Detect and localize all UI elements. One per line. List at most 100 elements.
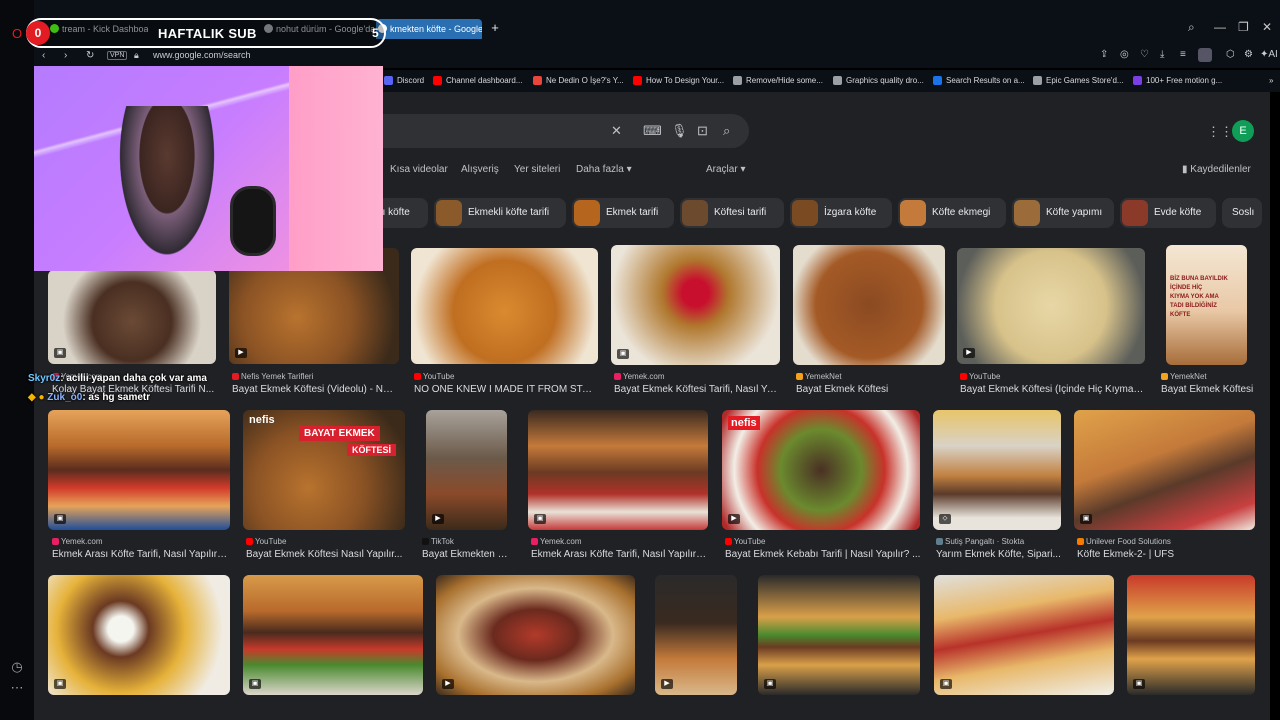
tab-shopping[interactable]: Alışveriş	[461, 164, 499, 175]
result-caption[interactable]: Bayat Ekmek Kebabı Tarifi | Nasıl Yapılı…	[725, 549, 921, 560]
saved-button[interactable]: ▮ Kaydedilenler	[1182, 164, 1251, 175]
chip-item[interactable]: Ekmek tarifi	[572, 198, 674, 228]
url-field[interactable]: www.google.com/search	[153, 50, 251, 60]
lock-icon[interactable]: 🔒︎	[134, 50, 139, 61]
profile-avatar[interactable]	[1198, 48, 1212, 62]
result-image[interactable]: nefis BAYAT EKMEK KÖFTESİ	[243, 410, 405, 530]
result-source[interactable]: TikTok	[422, 537, 512, 546]
chip-item[interactable]: Köfte yapımı	[1012, 198, 1114, 228]
chip-item[interactable]: Köftesi tarifi	[680, 198, 784, 228]
vpn-badge[interactable]: VPN	[107, 51, 128, 60]
result-caption[interactable]: NO ONE KNEW I MADE IT FROM STA...	[414, 384, 594, 395]
tools-button[interactable]: Araçlar ▾	[706, 164, 745, 175]
result-image[interactable]: ▣	[48, 575, 230, 695]
result-image[interactable]: BİZ BUNA BAYILDIK İÇİNDE HİÇ KIYMA YOK A…	[1166, 245, 1247, 365]
result-caption[interactable]: Bayat Ekmek Köftesi	[796, 384, 944, 395]
result-source[interactable]: Yemek.com	[614, 372, 779, 381]
tab-short-videos[interactable]: Kısa videolar	[390, 164, 448, 175]
result-caption[interactable]: Ekmek Arası Köfte Tarifi, Nasıl Yapılır?…	[531, 549, 709, 560]
result-caption[interactable]: Köfte Ekmek-2- | UFS	[1077, 549, 1255, 560]
result-image[interactable]: ▣	[611, 245, 780, 365]
result-caption[interactable]: Bayat Ekmek Köftesi Nasıl Yapılır...	[246, 549, 406, 560]
chip-item[interactable]: Ekmekli köfte tarifi	[434, 198, 566, 228]
result-source[interactable]: Unilever Food Solutions	[1077, 537, 1255, 546]
result-source[interactable]: YouTube	[246, 537, 406, 546]
result-source[interactable]: Nefis Yemek Tarifleri	[232, 372, 398, 381]
bookmark-item[interactable]: Ne Dedin O İşe?'s Y...	[533, 76, 624, 85]
bookmark-item[interactable]: Epic Games Store'd...	[1033, 76, 1124, 85]
download-icon[interactable]: ⤓	[1160, 49, 1164, 60]
tab-active-search[interactable]: kmekten köfte - Google	[376, 19, 482, 39]
back-icon[interactable]: ‹	[42, 50, 45, 61]
result-image[interactable]: ▣	[48, 410, 230, 530]
result-image[interactable]: ▶	[436, 575, 635, 695]
settings-icon[interactable]: ⚙	[1244, 49, 1253, 60]
share-icon[interactable]: ⇪	[1100, 49, 1108, 60]
bookmark-item[interactable]: Remove/Hide some...	[733, 76, 823, 85]
reload-icon[interactable]: ↻	[86, 50, 94, 61]
bookmark-item[interactable]: Graphics quality dro...	[833, 76, 924, 85]
result-image[interactable]: ▣	[48, 270, 216, 364]
search-tabs-icon[interactable]: ⌕	[1188, 20, 1195, 35]
result-image[interactable]: ▶	[655, 575, 737, 695]
result-image[interactable]: ▣	[758, 575, 920, 695]
bookmark-item[interactable]: 100+ Free motion g...	[1133, 76, 1222, 85]
result-source[interactable]: Yemek.com	[52, 537, 228, 546]
result-image[interactable]: ▣	[934, 575, 1114, 695]
result-source[interactable]: Yemek.com	[531, 537, 707, 546]
maximize-button[interactable]: ❐	[1238, 20, 1249, 34]
chip-item[interactable]: Soslı	[1222, 198, 1262, 228]
result-image[interactable]: ▶	[426, 410, 507, 530]
result-image[interactable]: ⬦	[933, 410, 1061, 530]
result-caption[interactable]: Bayat Ekmek Köftesi (İçinde Hiç Kıyma ..…	[960, 384, 1144, 395]
result-image[interactable]: nefis ▶	[722, 410, 920, 530]
history-icon[interactable]: ◷	[9, 659, 25, 675]
lens-icon[interactable]: ⊡	[697, 123, 708, 139]
new-tab-button[interactable]: +	[488, 21, 502, 35]
result-caption[interactable]: Bayat Ekmek Köftesi	[1161, 384, 1257, 395]
result-source[interactable]: Sutiş Pangaltı · Stokta	[936, 537, 1068, 546]
keyboard-icon[interactable]: ⌨	[643, 123, 662, 139]
result-caption[interactable]: Bayat Ekmek Köftesi Tarifi, Nasıl Ya...	[614, 384, 780, 395]
chip-item[interactable]: Evde köfte	[1120, 198, 1216, 228]
result-image[interactable]: ▣	[1127, 575, 1255, 695]
minimize-button[interactable]: —	[1214, 20, 1226, 34]
bookmarks-more-icon[interactable]: »	[1256, 76, 1273, 85]
result-source[interactable]: YemekNet	[1161, 372, 1257, 381]
result-caption[interactable]: Yarım Ekmek Köfte, Sipari...	[936, 549, 1066, 560]
tab-places[interactable]: Yer siteleri	[514, 164, 560, 175]
opera-icon[interactable]: O	[9, 26, 25, 42]
search-icon[interactable]: ⌕	[723, 123, 730, 139]
result-image[interactable]: ▣	[243, 575, 423, 695]
result-source[interactable]: YouTube	[725, 537, 919, 546]
menu-icon[interactable]: ≡	[1180, 49, 1186, 60]
close-window-button[interactable]: ✕	[1262, 20, 1272, 34]
result-image[interactable]: ▣	[528, 410, 708, 530]
bookmark-item[interactable]: Search Results on a...	[933, 76, 1025, 85]
bookmark-item[interactable]: Channel dashboard...	[433, 76, 523, 85]
camera-icon[interactable]: ◎	[1120, 49, 1129, 60]
mic-icon[interactable]: 🎙︎	[671, 123, 688, 139]
result-source[interactable]: YouTube	[414, 372, 594, 381]
bookmark-item[interactable]: Discord	[384, 76, 424, 85]
extensions-icon[interactable]: ⬡	[1226, 49, 1235, 60]
result-image[interactable]: ▣	[1074, 410, 1255, 530]
more-icon[interactable]: ⋯	[9, 680, 25, 696]
forward-icon[interactable]: ›	[64, 50, 67, 61]
result-image[interactable]	[793, 245, 945, 365]
account-avatar[interactable]: E	[1232, 120, 1254, 142]
tab-more[interactable]: Daha fazla ▾	[576, 164, 632, 175]
search-input[interactable]	[383, 114, 749, 148]
result-image[interactable]: ▶	[957, 248, 1145, 364]
bookmark-item[interactable]: How To Design Your...	[633, 76, 724, 85]
result-caption[interactable]: Bayat Ekmekten N...	[422, 549, 512, 560]
heart-icon[interactable]: ♡	[1140, 49, 1149, 60]
result-source[interactable]: YemekNet	[796, 372, 944, 381]
chip-item[interactable]: Köfte ekmegi	[898, 198, 1006, 228]
clear-search-icon[interactable]: ✕	[611, 123, 622, 139]
ai-button[interactable]: ✦AI	[1260, 49, 1278, 60]
chip-item[interactable]: İzgara köfte	[790, 198, 892, 228]
result-image[interactable]	[411, 248, 598, 364]
result-caption[interactable]: Bayat Ekmek Köftesi (Videolu) - Nef...	[232, 384, 398, 395]
result-caption[interactable]: Ekmek Arası Köfte Tarifi, Nasıl Yapılır?…	[52, 549, 230, 560]
